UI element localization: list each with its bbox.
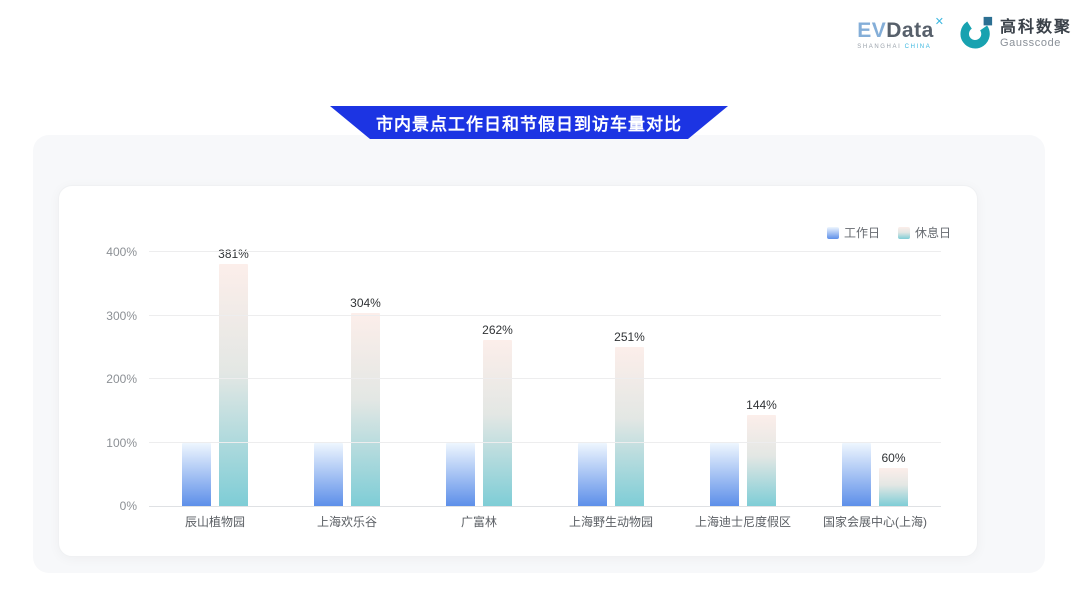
legend-label: 休息日 xyxy=(915,224,951,241)
evdata-logo-ev: EV xyxy=(857,20,886,41)
bar-工作日[interactable] xyxy=(842,443,871,507)
gausscode-en-label: Gausscode xyxy=(1000,38,1072,49)
gridline xyxy=(149,378,941,379)
title-banner: 市内景点工作日和节假日到访车量对比 xyxy=(330,106,728,139)
bar-group: 304% xyxy=(281,252,413,506)
y-axis-tick-label: 300% xyxy=(106,309,137,323)
x-axis-category-label: 广富林 xyxy=(413,513,545,530)
bar-休息日[interactable]: 304% xyxy=(351,313,380,506)
y-axis-tick-label: 400% xyxy=(106,245,137,259)
legend-label: 工作日 xyxy=(844,224,880,241)
bar-工作日[interactable] xyxy=(314,443,343,507)
bar-工作日[interactable] xyxy=(710,443,739,507)
gridline xyxy=(149,442,941,443)
bar-休息日[interactable]: 251% xyxy=(615,347,644,506)
bar-value-label: 144% xyxy=(746,398,777,412)
bar-休息日[interactable]: 144% xyxy=(747,415,776,506)
header-logos: EV Data ✕ SHANGHAI CHINA 高科数聚 Gausscode xyxy=(857,15,1072,54)
gausscode-cn-label: 高科数聚 xyxy=(1000,20,1072,36)
bar-休息日[interactable]: 381% xyxy=(219,264,248,506)
bar-group: 381% xyxy=(149,252,281,506)
plot-area: 381%304%262%251%144%60% 辰山植物园上海欢乐谷广富林上海野… xyxy=(149,252,941,507)
legend-item[interactable]: 工作日 xyxy=(827,224,880,241)
gausscode-g-icon xyxy=(960,15,994,54)
x-axis-category-label: 上海迪士尼度假区 xyxy=(677,513,809,530)
bar-工作日[interactable] xyxy=(182,443,211,507)
bar-value-label: 381% xyxy=(218,247,249,261)
bar-group: 251% xyxy=(545,252,677,506)
chart-legend: 工作日 休息日 xyxy=(827,224,951,241)
bar-value-label: 251% xyxy=(614,330,645,344)
chart-panel: 工作日 休息日 381% 304% 262% 251% 144% 60% 辰山植物园上海欢乐… xyxy=(33,135,1045,573)
bar-value-label: 304% xyxy=(350,296,381,310)
bar-value-label: 60% xyxy=(881,451,905,465)
evdata-logo-data: Data xyxy=(886,20,934,41)
gridline xyxy=(149,315,941,316)
chart-card: 工作日 休息日 381% 304% 262% 251% 144% 60% 辰山植物园上海欢乐… xyxy=(58,185,978,557)
bar-value-label: 262% xyxy=(482,323,513,337)
gausscode-logo: 高科数聚 Gausscode xyxy=(960,15,1072,54)
evdata-x-icon: ✕ xyxy=(935,17,944,28)
legend-item[interactable]: 休息日 xyxy=(898,224,951,241)
page-title: 市内景点工作日和节假日到访车量对比 xyxy=(376,110,682,135)
bar-group: 144% xyxy=(677,252,809,506)
bar-休息日[interactable]: 262% xyxy=(483,340,512,506)
bar-group: 262% xyxy=(413,252,545,506)
x-axis-labels: 辰山植物园上海欢乐谷广富林上海野生动物园上海迪士尼度假区国家会展中心(上海) xyxy=(149,513,941,530)
page: EV Data ✕ SHANGHAI CHINA 高科数聚 Gausscode … xyxy=(0,0,1080,608)
evdata-logo-subtext: SHANGHAI CHINA xyxy=(857,44,944,50)
bar-休息日[interactable]: 60% xyxy=(879,468,908,506)
x-axis-category-label: 上海欢乐谷 xyxy=(281,513,413,530)
legend-swatch xyxy=(898,227,910,239)
x-axis-category-label: 上海野生动物园 xyxy=(545,513,677,530)
y-axis-tick-label: 200% xyxy=(106,372,137,386)
bar-groups: 381% 304% 262% 251% 144% 60% xyxy=(149,252,941,506)
x-axis-category-label: 国家会展中心(上海) xyxy=(809,513,941,530)
bar-group: 60% xyxy=(809,252,941,506)
x-axis-category-label: 辰山植物园 xyxy=(149,513,281,530)
y-axis-tick-label: 100% xyxy=(106,436,137,450)
y-axis-tick-label: 0% xyxy=(120,499,137,513)
gridline xyxy=(149,251,941,252)
evdata-logo: EV Data ✕ SHANGHAI CHINA xyxy=(857,20,944,50)
legend-swatch xyxy=(827,227,839,239)
bar-工作日[interactable] xyxy=(578,443,607,507)
bar-工作日[interactable] xyxy=(446,443,475,507)
